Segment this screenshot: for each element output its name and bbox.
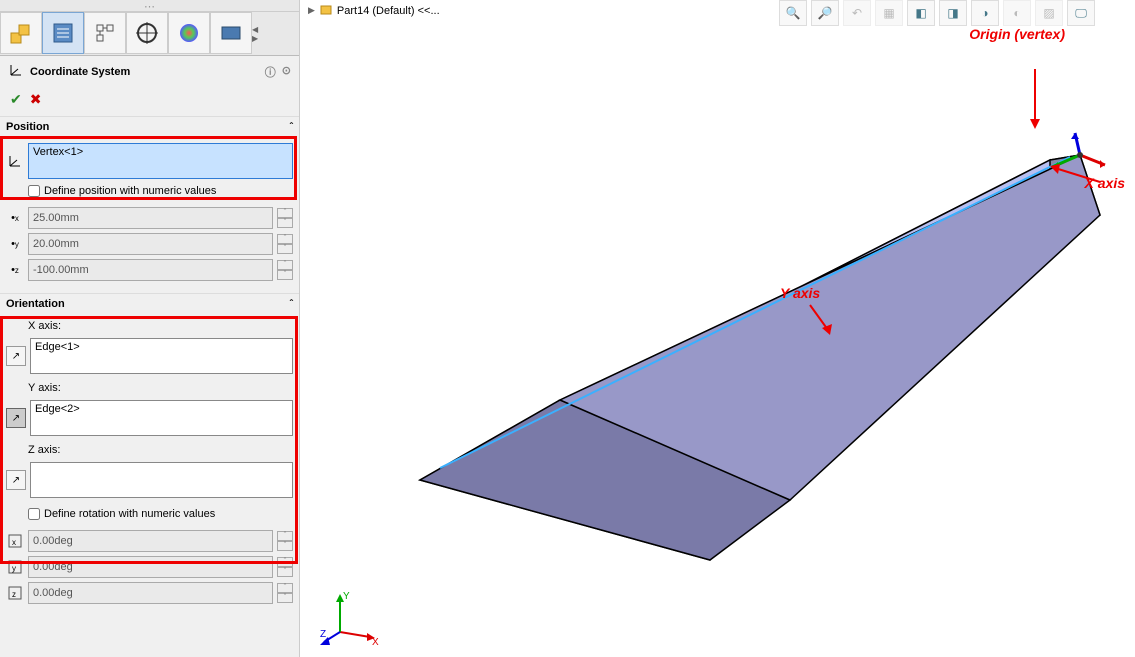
part-icon <box>319 2 333 19</box>
ry-icon: y <box>6 558 24 576</box>
zoom-area-tool[interactable]: 🔎 <box>811 0 839 26</box>
collapse-caret-icon: ˆ <box>290 122 293 133</box>
feature-title-bar: Coordinate System ⓘ ⊙ <box>0 56 299 87</box>
feature-title: Coordinate System <box>30 66 130 78</box>
x-axis-selection-box[interactable]: Edge<1> <box>30 338 293 374</box>
view-orientation-tool[interactable]: ◧ <box>907 0 935 26</box>
svg-text:Z: Z <box>320 629 326 640</box>
property-manager-panel: ⋯ ◀▶ Coordinate System ⓘ ⊙ ✔ <box>0 0 300 657</box>
rz-icon: z <box>6 584 24 602</box>
origin-selection-box[interactable]: Vertex<1> <box>28 143 293 179</box>
svg-text:y: y <box>12 564 16 573</box>
pin-icon[interactable]: ⊙ <box>282 64 291 80</box>
define-rotation-numeric-label: Define rotation with numeric values <box>44 508 215 520</box>
confirm-cancel-row: ✔ ✖ <box>0 87 299 116</box>
y-axis-flip-button[interactable]: ↗ <box>6 408 26 428</box>
x-axis-label: X axis: <box>6 316 293 334</box>
orientation-header-label: Orientation <box>6 298 65 310</box>
breadcrumb-part-name: Part14 (Default) <<... <box>337 5 440 17</box>
define-rotation-numeric-checkbox[interactable] <box>28 508 40 520</box>
heads-up-view-toolbar: 🔍 🔎 ↶ ▦ ◧ ◨ ◑ ◐ ▨ 🖵 <box>779 0 1095 26</box>
target-icon <box>135 21 159 45</box>
previous-view-tool[interactable]: ↶ <box>843 0 871 26</box>
property-icon <box>51 21 75 45</box>
rx-input[interactable]: 0.00deg <box>28 530 273 552</box>
dimxpert-manager-tab[interactable] <box>126 12 168 54</box>
y-axis-arrow-annotation <box>800 300 840 340</box>
render-icon <box>219 21 243 45</box>
extra-manager-tab[interactable] <box>210 12 252 54</box>
manager-tab-strip: ◀▶ <box>0 12 299 56</box>
position-header-label: Position <box>6 121 49 133</box>
edit-appearance-tool[interactable]: ◐ <box>1003 0 1031 26</box>
cancel-button[interactable]: ✖ <box>30 91 42 108</box>
rx-spinner[interactable]: ˆˇ <box>277 531 293 551</box>
model-geometry[interactable] <box>360 100 1135 600</box>
collapse-caret-icon: ˆ <box>290 299 293 310</box>
help-icon[interactable]: ⓘ <box>265 64 276 80</box>
feature-tree-icon <box>9 21 33 45</box>
configuration-manager-tab[interactable] <box>84 12 126 54</box>
ry-input[interactable]: 0.00deg <box>28 556 273 578</box>
y-axis-label: Y axis: <box>6 378 293 396</box>
appearance-icon <box>177 21 201 45</box>
origin-arrow-annotation <box>1015 64 1055 134</box>
y-coord-icon: •y <box>6 235 24 253</box>
origin-point-icon <box>6 152 24 170</box>
origin-annotation: Origin (vertex) <box>969 26 1065 43</box>
view-settings-tool[interactable]: 🖵 <box>1067 0 1095 26</box>
reference-triad[interactable]: X Y Z <box>320 587 380 647</box>
svg-text:Y: Y <box>343 591 350 602</box>
feature-manager-tab[interactable] <box>0 12 42 54</box>
orientation-section-body: X axis: ↗ Edge<1> Y axis: ↗ Edge<2> Z ax… <box>0 314 299 616</box>
y-axis-selection-box[interactable]: Edge<2> <box>30 400 293 436</box>
z-coord-icon: •z <box>6 261 24 279</box>
x-axis-flip-button[interactable]: ↗ <box>6 346 26 366</box>
z-position-spinner[interactable]: ˆˇ <box>277 260 293 280</box>
svg-text:x: x <box>12 538 16 547</box>
tab-scroll-arrows[interactable]: ◀▶ <box>252 12 272 55</box>
x-position-input[interactable]: 25.00mm <box>28 207 273 229</box>
display-style-tool[interactable]: ◨ <box>939 0 967 26</box>
rx-icon: x <box>6 532 24 550</box>
z-axis-label: Z axis: <box>6 440 293 458</box>
rz-input[interactable]: 0.00deg <box>28 582 273 604</box>
section-view-tool[interactable]: ▦ <box>875 0 903 26</box>
ok-button[interactable]: ✔ <box>10 91 22 108</box>
breadcrumb[interactable]: ▶ Part14 (Default) <<... <box>308 2 440 19</box>
x-coord-icon: •x <box>6 209 24 227</box>
define-position-numeric-checkbox[interactable] <box>28 185 40 197</box>
origin-selection-value: Vertex<1> <box>33 146 83 158</box>
zoom-fit-tool[interactable]: 🔍 <box>779 0 807 26</box>
apply-scene-tool[interactable]: ▨ <box>1035 0 1063 26</box>
hide-show-tool[interactable]: ◑ <box>971 0 999 26</box>
y-position-input[interactable]: 20.00mm <box>28 233 273 255</box>
graphics-viewport[interactable]: ▶ Part14 (Default) <<... 🔍 🔎 ↶ ▦ ◧ ◨ ◑ ◐… <box>300 0 1135 657</box>
property-manager-tab[interactable] <box>42 12 84 54</box>
ry-spinner[interactable]: ˆˇ <box>277 557 293 577</box>
config-icon <box>93 21 117 45</box>
svg-text:X: X <box>372 637 379 647</box>
y-position-spinner[interactable]: ˆˇ <box>277 234 293 254</box>
x-axis-arrow-annotation <box>1045 160 1105 190</box>
x-position-spinner[interactable]: ˆˇ <box>277 208 293 228</box>
breadcrumb-expand-icon[interactable]: ▶ <box>308 5 315 16</box>
svg-text:z: z <box>12 590 16 599</box>
y-axis-annotation: Y axis <box>780 285 820 301</box>
z-position-input[interactable]: -100.00mm <box>28 259 273 281</box>
display-manager-tab[interactable] <box>168 12 210 54</box>
orientation-section-header[interactable]: Orientation ˆ <box>0 293 299 314</box>
panel-drag-handle[interactable]: ⋯ <box>0 0 299 12</box>
z-axis-flip-button[interactable]: ↗ <box>6 470 26 490</box>
coord-system-icon <box>8 62 24 81</box>
position-section-header[interactable]: Position ˆ <box>0 116 299 137</box>
define-position-numeric-label: Define position with numeric values <box>44 185 216 197</box>
z-axis-selection-box[interactable] <box>30 462 293 498</box>
position-section-body: Vertex<1> Define position with numeric v… <box>0 137 299 293</box>
rz-spinner[interactable]: ˆˇ <box>277 583 293 603</box>
